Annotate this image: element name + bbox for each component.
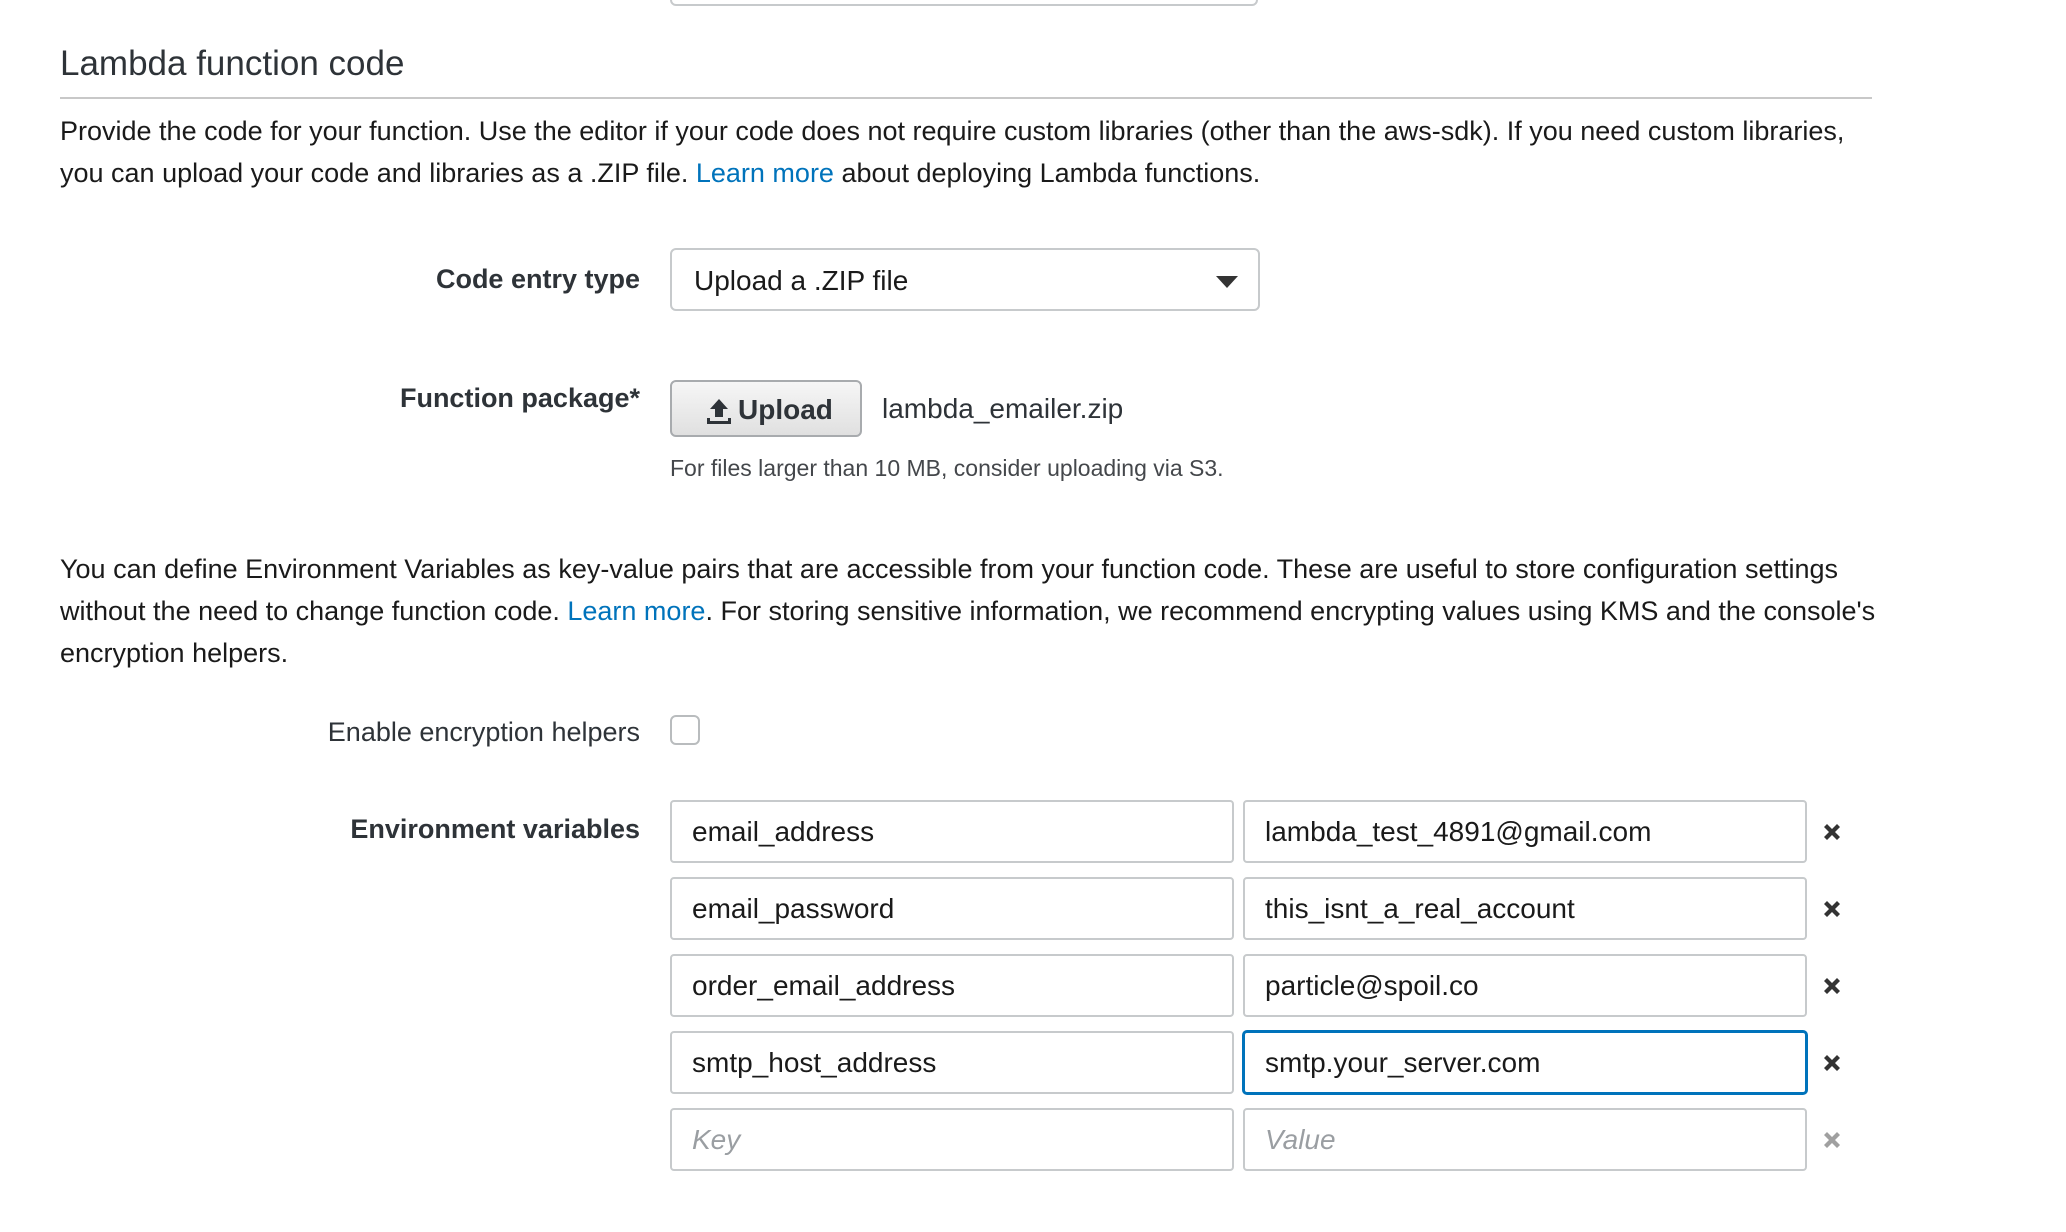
uploaded-filename: lambda_emailer.zip <box>882 393 1124 424</box>
close-x-icon[interactable] <box>1820 820 1844 844</box>
env-key-input[interactable] <box>670 1031 1234 1094</box>
env-key-input[interactable] <box>670 954 1234 1017</box>
close-x-icon[interactable] <box>1820 974 1844 998</box>
upload-button[interactable]: Upload <box>670 380 862 437</box>
caret-down-icon <box>1216 276 1238 288</box>
section-intro: Provide the code for your function. Use … <box>60 110 1880 194</box>
code-entry-type-value: Upload a .ZIP file <box>694 265 909 296</box>
intro-text-2: about deploying Lambda functions. <box>833 158 1261 188</box>
env-value-input[interactable] <box>1243 877 1807 940</box>
section-divider <box>60 97 1872 99</box>
code-entry-type-label: Code entry type <box>435 264 640 294</box>
encryption-helpers-checkbox[interactable] <box>670 715 700 745</box>
env-value-input-focused[interactable] <box>1243 1031 1807 1094</box>
close-x-icon-disabled <box>1824 1132 1840 1148</box>
function-package-label: Function package* <box>399 383 640 413</box>
upload-arrow-icon <box>707 399 731 424</box>
env-key-input[interactable] <box>670 800 1234 863</box>
env-vars-label: Environment variables <box>350 814 640 844</box>
previous-field-bottom[interactable] <box>670 0 1258 6</box>
env-value-new-input[interactable] <box>1243 1108 1807 1171</box>
upload-button-label: Upload <box>738 394 833 425</box>
env-intro: You can define Environment Variables as … <box>60 548 1880 674</box>
close-x-icon[interactable] <box>1820 1051 1844 1075</box>
env-key-new-input[interactable] <box>670 1108 1234 1171</box>
env-value-input[interactable] <box>1243 954 1807 1017</box>
learn-more-link[interactable]: Learn more <box>696 158 834 188</box>
env-key-input[interactable] <box>670 877 1234 940</box>
close-x-icon[interactable] <box>1820 897 1844 921</box>
env-value-input[interactable] <box>1243 800 1807 863</box>
upload-size-hint: For files larger than 10 MB, consider up… <box>670 455 1224 481</box>
env-learn-more-link[interactable]: Learn more <box>567 596 705 626</box>
section-title: Lambda function code <box>60 44 405 83</box>
encryption-helpers-label: Enable encryption helpers <box>327 717 640 747</box>
code-entry-type-select[interactable]: Upload a .ZIP file <box>670 248 1260 311</box>
